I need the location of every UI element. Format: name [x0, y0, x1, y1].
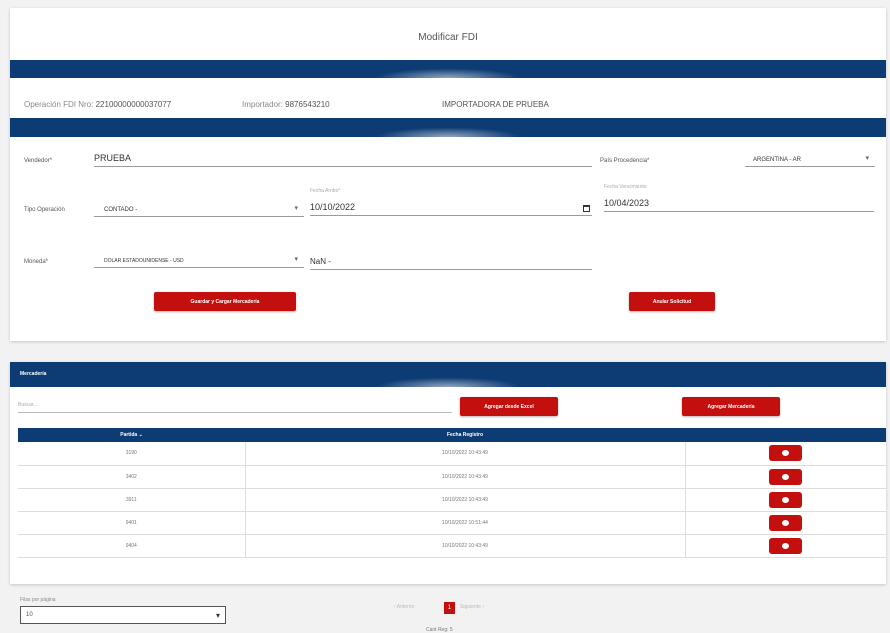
page-title: Modificar FDI [418, 32, 478, 43]
tipo-label: Tipo Operación [24, 207, 65, 213]
importador-name: IMPORTADORA DE PRUEBA [442, 100, 549, 109]
delete-row-button[interactable] [769, 468, 803, 485]
fecha-venc-input: 10/04/2023 [604, 194, 874, 212]
pagination: ‹ Anterior 1 Siguiente › [394, 602, 514, 614]
chevron-down-icon: ▾ [294, 256, 298, 263]
pais-select[interactable]: ARGENTINA - AR ▾ [745, 149, 875, 167]
fecha-cell: 10/10/2022 10:43:49 [244, 488, 686, 511]
fecha-cell: 10/10/2022 10:43:49 [244, 465, 686, 488]
operacion-value: 22100000000037077 [95, 100, 172, 109]
importador-label: Importador: [242, 100, 283, 109]
header-band-top [10, 60, 886, 78]
calendar-icon[interactable] [583, 205, 590, 212]
importador-info: Importador: 9876543210 [242, 100, 330, 109]
page-number-button[interactable]: 1 [444, 602, 455, 614]
search-input[interactable]: Buscar... [18, 397, 452, 413]
delete-row-button[interactable] [769, 537, 803, 554]
page-count: Cant Reg: 5 [426, 627, 453, 633]
table-row: 3190 10/10/2022 10:43:49 [18, 442, 886, 465]
operacion-label: Operación FDI Nro: [24, 100, 94, 109]
partida-cell: 3911 [125, 496, 137, 503]
prev-page-button[interactable]: ‹ Anterior [394, 604, 414, 610]
guardar-cargar-button[interactable]: Guardar y Cargar Mercadería [154, 292, 296, 311]
vendedor-input[interactable]: PRUEBA [94, 149, 592, 167]
monto-input[interactable]: NaN - [310, 252, 592, 270]
vendedor-label: Vendedor* [24, 158, 53, 164]
mercaderia-card: Mercadería Buscar... Agregar desde Excel… [10, 362, 886, 584]
chevron-down-icon: ▾ [215, 611, 220, 620]
table-header-row: Partida ⌄ Fecha Registro [18, 428, 886, 442]
rows-per-page-select[interactable]: 10 ▾ [20, 606, 226, 624]
fecha-cell: 10/10/2022 10:43:49 [244, 442, 686, 465]
table-row: 9404 10/10/2022 10:43:49 [18, 534, 886, 557]
pais-label: País Procedencia* [600, 158, 650, 164]
table-row: 9401 10/10/2022 10:51:44 [18, 511, 886, 534]
partida-cell: 3402 [125, 473, 137, 480]
mercaderia-table: Partida ⌄ Fecha Registro 3190 10/10/2022… [18, 428, 886, 558]
agregar-excel-button[interactable]: Agregar desde Excel [460, 397, 558, 416]
fecha-cell: 10/10/2022 10:51:44 [244, 511, 686, 534]
delete-row-button[interactable] [769, 514, 803, 531]
table-row: 3402 10/10/2022 10:43:49 [18, 465, 886, 488]
mercaderia-title: Mercadería [20, 371, 47, 377]
fdi-form-card: Modificar FDI Operación FDI Nro: 2210000… [10, 8, 886, 341]
header-band-bottom [10, 118, 886, 137]
agregar-mercaderia-button[interactable]: Agregar Mercadería [682, 397, 780, 416]
delete-row-button[interactable] [769, 491, 803, 508]
col-partida[interactable]: Partida ⌄ [18, 428, 245, 442]
operacion-info: Operación FDI Nro: 22100000000037077 [24, 100, 171, 109]
col-actions [685, 428, 886, 442]
fecha-venc-label: Fecha Vencimiento [604, 184, 647, 190]
tipo-select[interactable]: CONTADO - ▾ [94, 199, 304, 217]
chevron-down-icon: ▾ [865, 155, 869, 162]
moneda-label: Moneda* [24, 259, 49, 265]
anular-solicitud-button[interactable]: Anular Solicitud [629, 292, 715, 311]
moneda-select[interactable]: DOLAR ESTADOUNIDENSE - USD ▾ [94, 250, 304, 268]
col-fecha[interactable]: Fecha Registro [245, 428, 685, 442]
importador-value: 9876543210 [285, 100, 330, 109]
fecha-arribo-input[interactable]: 10/10/2022 [310, 198, 592, 216]
partida-cell: 3190 [125, 450, 137, 457]
mercaderia-band: Mercadería [10, 362, 886, 387]
fecha-cell: 10/10/2022 10:43:49 [244, 534, 686, 557]
delete-row-button[interactable] [769, 445, 803, 462]
chevron-down-icon: ▾ [294, 205, 298, 212]
rows-per-page-label: Filas por página [20, 597, 56, 603]
next-page-button[interactable]: Siguiente › [460, 604, 484, 610]
fecha-arribo-label: Fecha Arribo* [310, 188, 341, 194]
partida-cell: 9401 [125, 519, 137, 526]
table-row: 3911 10/10/2022 10:43:49 [18, 488, 886, 511]
partida-cell: 9404 [125, 542, 137, 549]
